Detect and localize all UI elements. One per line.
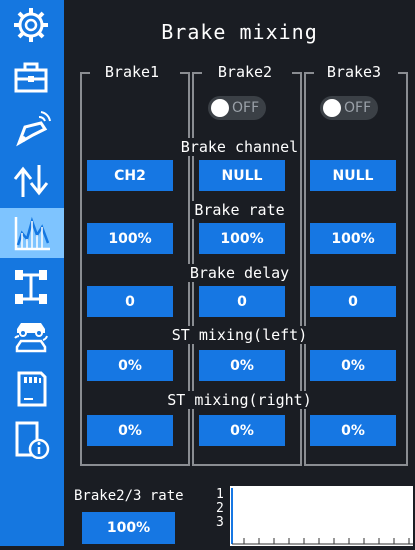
curve-axis bbox=[231, 488, 413, 545]
brake3-delay-button[interactable]: 0 bbox=[310, 286, 396, 317]
toggle-state: OFF bbox=[232, 100, 260, 116]
brake2-st-right-button[interactable]: 0% bbox=[199, 415, 285, 446]
channel-reverse-icon[interactable] bbox=[6, 156, 56, 206]
brake1-rate-button[interactable]: 100% bbox=[87, 223, 173, 254]
sd-card-icon[interactable] bbox=[6, 364, 56, 414]
brake23-rate-button[interactable]: 100% bbox=[82, 512, 175, 544]
brake2-rate-button[interactable]: 100% bbox=[199, 223, 285, 254]
main-panel: Brake mixing Brake1 Brake2 Brake3 OFF OF… bbox=[64, 0, 415, 546]
column-header-brake2: Brake2 bbox=[217, 63, 273, 81]
brake23-rate-label: Brake2/3 rate bbox=[74, 488, 184, 504]
brake3-rate-button[interactable]: 100% bbox=[310, 223, 396, 254]
brake2-channel-button[interactable]: NULL bbox=[199, 160, 285, 191]
section-label-st-mixing-right: ST mixing(right) bbox=[165, 391, 314, 409]
section-label-st-mixing-left: ST mixing(left) bbox=[169, 326, 310, 344]
brake2-delay-button[interactable]: 0 bbox=[199, 286, 285, 317]
curve-label-3: 3 bbox=[216, 515, 224, 530]
brake1-channel-button[interactable]: CH2 bbox=[87, 160, 173, 191]
sidebar bbox=[0, 0, 64, 546]
mixing-chart-icon[interactable] bbox=[0, 208, 64, 258]
brake1-delay-button[interactable]: 0 bbox=[87, 286, 173, 317]
toggle-knob bbox=[211, 99, 229, 117]
toolbox-icon[interactable] bbox=[6, 52, 56, 102]
column-header-brake1: Brake1 bbox=[104, 63, 160, 81]
brake1-st-right-button[interactable]: 0% bbox=[87, 415, 173, 446]
brake2-toggle[interactable]: OFF bbox=[208, 96, 266, 120]
section-label-brake-channel: Brake channel bbox=[178, 138, 301, 156]
brake3-channel-button[interactable]: NULL bbox=[310, 160, 396, 191]
curve-label-2: 2 bbox=[216, 501, 224, 516]
brake1-st-left-button[interactable]: 0% bbox=[87, 350, 173, 381]
page-title: Brake mixing bbox=[161, 20, 318, 44]
brake-curve-display bbox=[230, 486, 413, 546]
toggle-state: OFF bbox=[344, 100, 372, 116]
section-label-brake-delay: Brake delay bbox=[187, 264, 292, 282]
brake3-st-left-button[interactable]: 0% bbox=[310, 350, 396, 381]
brake2-st-left-button[interactable]: 0% bbox=[199, 350, 285, 381]
transmitter-icon[interactable] bbox=[6, 104, 56, 154]
info-document-icon[interactable] bbox=[6, 414, 56, 464]
column-header-brake3: Brake3 bbox=[326, 63, 382, 81]
brake3-st-right-button[interactable]: 0% bbox=[310, 415, 396, 446]
brake3-toggle[interactable]: OFF bbox=[320, 96, 378, 120]
toggle-knob bbox=[323, 99, 341, 117]
chassis-icon[interactable] bbox=[6, 262, 56, 312]
curve-label-1: 1 bbox=[216, 487, 224, 502]
settings-gear-icon[interactable] bbox=[6, 0, 56, 50]
curve-labels: 1 2 3 bbox=[216, 488, 224, 530]
cars-swap-icon[interactable] bbox=[6, 312, 56, 362]
section-label-brake-rate: Brake rate bbox=[192, 201, 287, 219]
